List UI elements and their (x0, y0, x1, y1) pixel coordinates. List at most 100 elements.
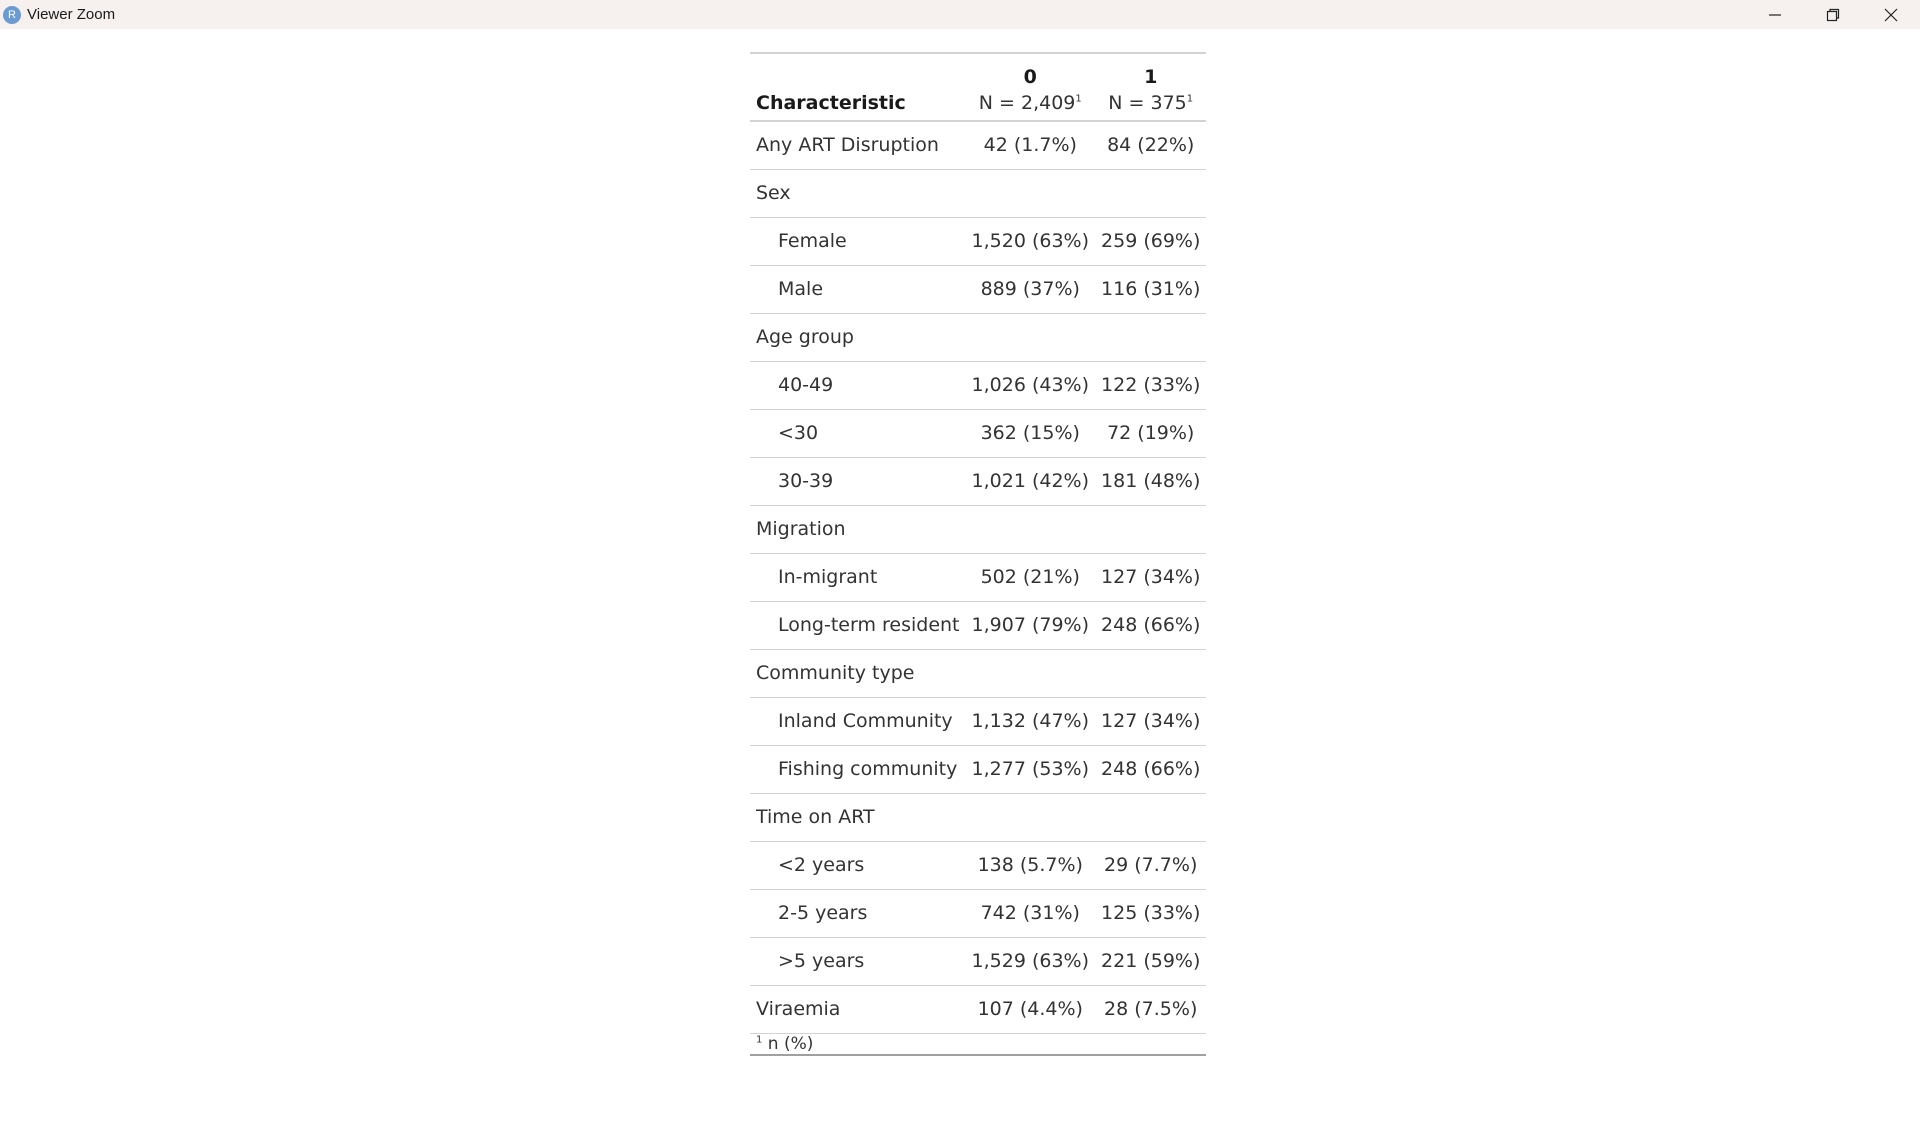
close-button[interactable] (1862, 0, 1920, 29)
group-0-value: 362 (15%) (965, 409, 1096, 458)
restore-icon (1826, 8, 1840, 21)
row-label: Any ART Disruption (750, 121, 966, 170)
group-1-value (1095, 313, 1207, 362)
group-1-value: 259 (69%) (1095, 217, 1207, 266)
row-label: In-migrant (750, 553, 966, 602)
group-1-n: N = 375 (1108, 92, 1187, 114)
group-1-header: 1 N = 3751 (1095, 53, 1207, 122)
group-1-value: 122 (33%) (1095, 361, 1207, 410)
group-0-value: 42 (1.7%) (965, 121, 1096, 170)
group-1-value: 221 (59%) (1095, 937, 1207, 986)
group-0-value: 742 (31%) (965, 889, 1096, 938)
table-row: Male 889 (37%) 116 (31%) (750, 265, 1207, 314)
group-0-value: 889 (37%) (965, 265, 1096, 314)
row-label: Viraemia (750, 985, 966, 1034)
table-row: Community type (750, 649, 1207, 698)
title-bar: R Viewer Zoom (0, 0, 1920, 29)
window-title: Viewer Zoom (27, 6, 116, 23)
group-1-value: 127 (34%) (1095, 553, 1207, 602)
footnote-mark: 1 (756, 1033, 763, 1045)
group-1-value: 84 (22%) (1095, 121, 1207, 170)
group-0-value: 1,529 (63%) (965, 937, 1096, 986)
group-0-value: 1,520 (63%) (965, 217, 1096, 266)
footnote-row: 1 n (%) (750, 1033, 1207, 1056)
minimize-icon (1769, 13, 1781, 16)
group-0-value (965, 313, 1096, 362)
group-1-value: 125 (33%) (1095, 889, 1207, 938)
table-row: Inland Community 1,132 (47%) 127 (34%) (750, 697, 1207, 746)
table-row: <30 362 (15%) 72 (19%) (750, 409, 1207, 458)
group-0-value: 1,132 (47%) (965, 697, 1096, 746)
table-row: Female 1,520 (63%) 259 (69%) (750, 217, 1207, 266)
group-0-n: N = 2,409 (978, 92, 1076, 114)
table-row: 2-5 years 742 (31%) 125 (33%) (750, 889, 1207, 938)
group-1-value (1095, 793, 1207, 842)
window-controls (1746, 0, 1920, 29)
group-1-value: 181 (48%) (1095, 457, 1207, 506)
minimize-button[interactable] (1746, 0, 1804, 29)
r-app-icon: R (3, 5, 21, 24)
group-0-value (965, 649, 1096, 698)
table-row: 30-39 1,021 (42%) 181 (48%) (750, 457, 1207, 506)
group-0-value: 107 (4.4%) (965, 985, 1096, 1034)
group-1-value: 248 (66%) (1095, 601, 1207, 650)
row-label: 30-39 (750, 457, 966, 506)
group-1-value (1095, 169, 1207, 218)
group-1-value: 127 (34%) (1095, 697, 1207, 746)
group-0-value: 1,907 (79%) (965, 601, 1096, 650)
characteristic-header: Characteristic (750, 53, 966, 122)
table-row: 40-49 1,026 (43%) 122 (33%) (750, 361, 1207, 410)
footnote-mark: 1 (1186, 93, 1194, 105)
table-row: >5 years 1,529 (63%) 221 (59%) (750, 937, 1207, 986)
row-label: Long-term resident (750, 601, 966, 650)
group-0-value: 502 (21%) (965, 553, 1096, 602)
group-0-value: 1,026 (43%) (965, 361, 1096, 410)
row-label: Female (750, 217, 966, 266)
restore-button[interactable] (1804, 0, 1862, 29)
group-0-value: 1,021 (42%) (965, 457, 1096, 506)
table-header-row: Characteristic 0 N = 2,4091 1 N = 3751 (750, 53, 1207, 122)
close-icon (1884, 8, 1898, 21)
table-row: Long-term resident 1,907 (79%) 248 (66%) (750, 601, 1207, 650)
row-label: Time on ART (750, 793, 966, 842)
group-0-value (965, 169, 1096, 218)
viewer-pane: Characteristic 0 N = 2,4091 1 N = 3751 A… (0, 29, 1920, 1140)
table-row: In-migrant 502 (21%) 127 (34%) (750, 553, 1207, 602)
table-body: Any ART Disruption 42 (1.7%) 84 (22%) Sex Fe… (750, 121, 1207, 1034)
row-label: Inland Community (750, 697, 966, 746)
row-label: 40-49 (750, 361, 966, 410)
group-0-value (965, 505, 1096, 554)
row-label: Male (750, 265, 966, 314)
row-label: <30 (750, 409, 966, 458)
row-label: Sex (750, 169, 966, 218)
table-row: Viraemia 107 (4.4%) 28 (7.5%) (750, 985, 1207, 1034)
table-row: Age group (750, 313, 1207, 362)
group-1-value: 72 (19%) (1095, 409, 1207, 458)
row-label: Migration (750, 505, 966, 554)
group-1-value: 28 (7.5%) (1095, 985, 1207, 1034)
group-0-value (965, 793, 1096, 842)
group-1-label: 1 (1144, 66, 1158, 88)
footnote-mark: 1 (1075, 93, 1082, 105)
group-0-value: 138 (5.7%) (965, 841, 1096, 890)
group-1-value: 248 (66%) (1095, 745, 1207, 794)
summary-table: Characteristic 0 N = 2,4091 1 N = 3751 A… (750, 52, 1207, 1056)
row-label: Community type (750, 649, 966, 698)
table-row: Time on ART (750, 793, 1207, 842)
group-1-value (1095, 649, 1207, 698)
group-0-label: 0 (1023, 66, 1037, 88)
table-footnote: 1 n (%) (750, 1033, 1207, 1056)
group-1-value (1095, 505, 1207, 554)
table-row: Migration (750, 505, 1207, 554)
table-row: Any ART Disruption 42 (1.7%) 84 (22%) (750, 121, 1207, 170)
row-label: <2 years (750, 841, 966, 890)
group-0-value: 1,277 (53%) (965, 745, 1096, 794)
group-1-value: 29 (7.7%) (1095, 841, 1207, 890)
row-label: Fishing community (750, 745, 966, 794)
group-1-value: 116 (31%) (1095, 265, 1207, 314)
table-row: <2 years 138 (5.7%) 29 (7.7%) (750, 841, 1207, 890)
row-label: Age group (750, 313, 966, 362)
table-row: Fishing community 1,277 (53%) 248 (66%) (750, 745, 1207, 794)
row-label: 2-5 years (750, 889, 966, 938)
footnote-text: n (%) (767, 1033, 814, 1054)
